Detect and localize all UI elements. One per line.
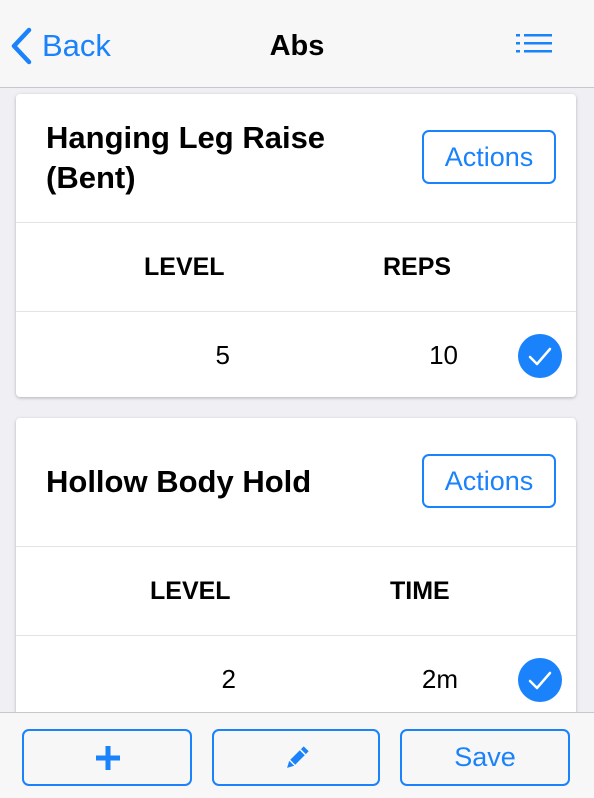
reps-value[interactable]: 10 bbox=[378, 312, 458, 397]
column-header-row: LEVEL TIME bbox=[16, 547, 576, 636]
complete-toggle[interactable] bbox=[518, 334, 562, 378]
exercise-name: Hanging Leg Raise (Bent) bbox=[46, 118, 406, 198]
actions-button[interactable]: Actions bbox=[422, 130, 556, 184]
back-label: Back bbox=[42, 28, 111, 63]
exercise-name: Hollow Body Hold bbox=[46, 464, 312, 499]
exercise-card-header: Hollow Body Hold Actions bbox=[16, 418, 576, 547]
add-button[interactable] bbox=[22, 729, 192, 786]
save-button[interactable]: Save bbox=[400, 729, 570, 786]
exercise-card: Hanging Leg Raise (Bent) Actions LEVEL R… bbox=[16, 94, 576, 397]
set-row: 2 2m bbox=[16, 636, 576, 712]
exercise-list[interactable]: Hanging Leg Raise (Bent) Actions LEVEL R… bbox=[0, 88, 594, 712]
set-row: 5 10 bbox=[16, 312, 576, 397]
level-value[interactable]: 5 bbox=[156, 312, 230, 397]
navigation-bar: Back Abs bbox=[0, 0, 594, 88]
menu-button[interactable] bbox=[512, 30, 556, 62]
exercise-card-header: Hanging Leg Raise (Bent) Actions bbox=[16, 94, 576, 223]
checkmark-icon bbox=[528, 671, 552, 690]
column-header-level: LEVEL bbox=[144, 253, 225, 281]
checkmark-icon bbox=[528, 347, 552, 366]
edit-button[interactable] bbox=[212, 729, 380, 786]
time-value[interactable]: 2m bbox=[378, 636, 458, 712]
column-header-reps: REPS bbox=[383, 253, 452, 281]
complete-toggle[interactable] bbox=[518, 658, 562, 702]
column-header-level: LEVEL bbox=[150, 577, 231, 605]
actions-button[interactable]: Actions bbox=[422, 454, 556, 508]
back-button[interactable]: Back bbox=[10, 24, 111, 68]
column-header-time: TIME bbox=[390, 577, 450, 605]
plus-icon bbox=[96, 746, 120, 770]
level-value[interactable]: 2 bbox=[162, 636, 236, 712]
chevron-left-icon bbox=[11, 27, 32, 65]
exercise-card: Hollow Body Hold Actions LEVEL TIME 2 2m bbox=[16, 418, 576, 712]
list-icon bbox=[516, 34, 552, 53]
exercise-name-line: (Bent) bbox=[46, 160, 136, 195]
exercise-name-line: Hanging Leg Raise bbox=[46, 120, 326, 155]
pencil-icon bbox=[287, 746, 309, 768]
bottom-toolbar: Save bbox=[0, 712, 594, 798]
column-header-row: LEVEL REPS bbox=[16, 223, 576, 312]
